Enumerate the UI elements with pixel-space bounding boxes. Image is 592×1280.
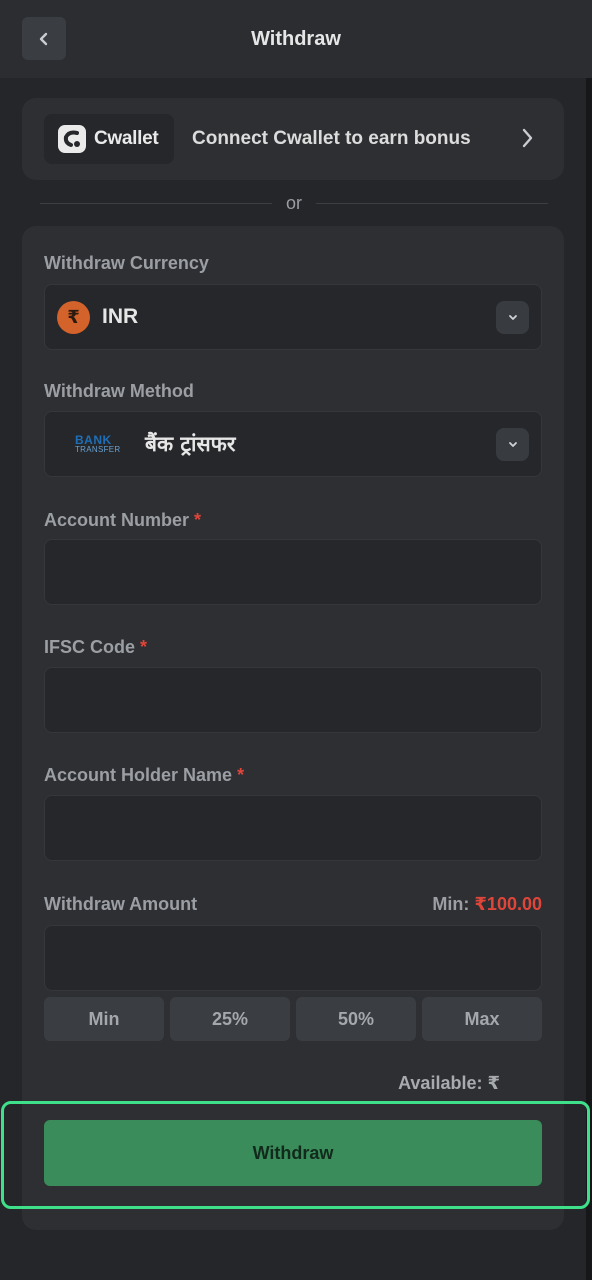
required-mark: * [194, 510, 202, 530]
min-amount-value: ₹100.00 [474, 894, 542, 914]
withdraw-button-highlight [1, 1101, 590, 1209]
method-label: Withdraw Method [44, 381, 194, 401]
chevron-down-icon[interactable] [496, 301, 529, 334]
bank-transfer-icon: BANK TRANSFER [75, 430, 127, 458]
back-button[interactable] [22, 17, 66, 60]
or-divider: or [40, 190, 549, 216]
method-select[interactable]: BANK TRANSFER बैंक ट्रांसफर [44, 411, 542, 477]
max-button[interactable]: Max [422, 997, 542, 1041]
rupee-icon: ₹ [57, 300, 90, 334]
chevron-left-icon [39, 32, 48, 45]
ifsc-label: IFSC Code * [44, 637, 147, 658]
chevron-down-icon[interactable] [496, 428, 529, 461]
account-number-label: Account Number * [44, 510, 201, 531]
ifsc-label-text: IFSC Code [44, 637, 136, 657]
required-mark: * [237, 765, 245, 785]
account-holder-input[interactable] [44, 795, 542, 861]
bank-logo-bottom: TRANSFER [75, 445, 121, 454]
account-number-input[interactable] [44, 539, 542, 605]
available-balance: Available: ₹ [398, 1073, 500, 1093]
currency-value: INR [102, 305, 139, 328]
divider-line [40, 202, 272, 204]
cwallet-logo: Cwallet [44, 114, 174, 164]
holder-label: Account Holder Name * [44, 765, 244, 786]
min-prefix: Min: [432, 894, 470, 914]
quick-amount-buttons: Min 25% 50% Max [44, 997, 542, 1041]
page-header: Withdraw [0, 0, 592, 78]
cwallet-logo-icon [58, 125, 86, 153]
method-value: बैंक ट्रांसफर [145, 432, 236, 456]
currency-label: Withdraw Currency [44, 253, 209, 273]
or-text: or [286, 192, 303, 213]
page-title: Withdraw [251, 27, 341, 50]
cwallet-connect-text: Connect Cwallet to earn bonus [192, 128, 471, 149]
divider-line [316, 202, 549, 204]
min-button[interactable]: Min [44, 997, 164, 1041]
cwallet-logo-text: Cwallet [94, 128, 159, 149]
min-amount-info: Min: ₹100.00 [432, 894, 542, 915]
withdraw-amount-input[interactable] [44, 925, 542, 991]
amount-label: Withdraw Amount [44, 894, 198, 914]
25-percent-button[interactable]: 25% [170, 997, 290, 1041]
currency-select[interactable]: ₹ INR [44, 284, 542, 350]
scrollbar[interactable] [586, 78, 592, 1280]
account-number-label-text: Account Number [44, 510, 190, 530]
ifsc-input[interactable] [44, 667, 542, 733]
holder-label-text: Account Holder Name [44, 765, 233, 785]
cwallet-connect-card[interactable]: Cwallet Connect Cwallet to earn bonus [22, 98, 564, 180]
50-percent-button[interactable]: 50% [296, 997, 416, 1041]
required-mark: * [140, 637, 148, 657]
chevron-right-icon [522, 128, 533, 148]
